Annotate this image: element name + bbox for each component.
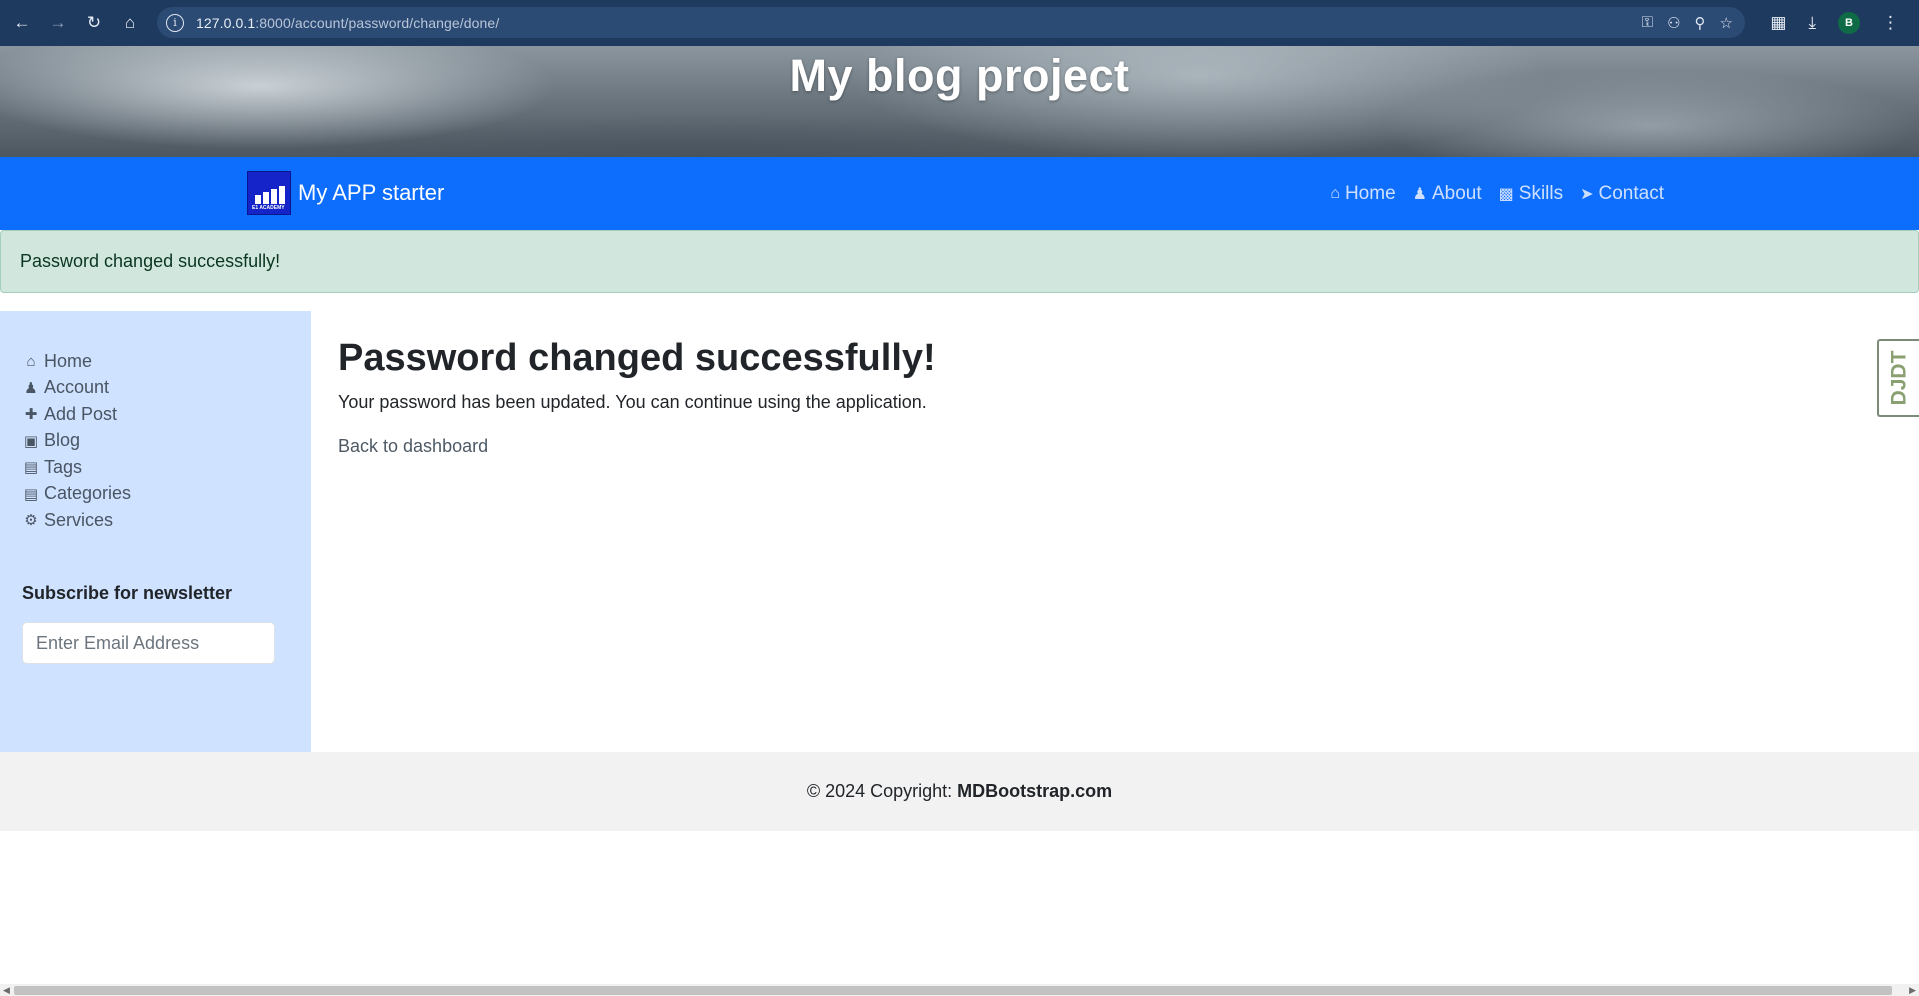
plus-icon: ✚ [24,406,38,424]
newsletter-email-input[interactable] [22,622,275,664]
home-icon: ⌂ [1330,184,1340,202]
book-icon: ▩ [1498,185,1514,203]
site-title: My blog project [789,50,1130,101]
alert-message: Password changed successfully! [20,251,281,271]
brand-logo: E1 ACADEMY [247,171,291,215]
gears-icon: ⚙ [24,512,38,530]
nav-link-label: Home [1344,182,1396,204]
scroll-right-arrow-icon[interactable]: ▶ [1909,984,1916,996]
home-icon: ⌂ [26,352,36,370]
reload-icon[interactable]: ↻ [80,9,108,37]
brand-name: My APP starter [298,180,445,205]
sidebar-item-label: Services [44,509,114,530]
copyright-text: © 2024 Copyright: [806,781,953,801]
download-icon[interactable]: ⤓ [1808,13,1816,33]
sidebar-item-label: Add Post [44,403,118,424]
address-bar[interactable]: i 127.0.0.1:8000/account/password/change… [157,7,1745,38]
nav-links: ⌂ Home ♟ About ▩ Skills ➤ Contact [1330,157,1664,230]
logo-text: E1 ACADEMY [252,205,285,211]
sidebar-item-label: Account [44,377,110,398]
url-path: :8000/account/password/change/done/ [255,14,500,31]
browser-toolbar: ← → ↻ ⌂ i 127.0.0.1:8000/account/passwor… [0,0,1919,46]
zoom-icon[interactable]: ⚲ [1695,14,1706,32]
bookmark-star-icon[interactable]: ☆ [1720,14,1733,32]
key-icon[interactable]: ⚿ [1642,14,1653,31]
header-banner: My blog project [0,46,1919,157]
sidebar-item-blog[interactable]: ▣ Blog [22,428,131,455]
back-arrow-icon[interactable]: ← [8,9,36,37]
sidebar: ⌂ Home ♟ Account ✚ Add Post ▣ Blog ▤ Tags ▤ Ca… [0,311,311,752]
site-info-icon[interactable]: i [166,13,184,32]
newsletter-title: Subscribe for newsletter [22,583,233,603]
nav-link-label: About [1431,182,1482,204]
sidebar-item-home[interactable]: ⌂ Home [22,348,131,375]
back-to-dashboard-link[interactable]: Back to dashboard [338,436,488,457]
django-debug-toolbar-handle[interactable]: DJDT [1877,339,1919,417]
copyright-site-link[interactable]: MDBootstrap.com [957,781,1112,802]
profile-avatar[interactable]: B [1838,12,1860,34]
menu-kebab-icon[interactable]: ⋮ [1882,13,1899,33]
briefcase-icon: ▤ [23,459,39,477]
nav-link-about[interactable]: ♟ About [1413,183,1482,205]
success-alert: Password changed successfully! [0,230,1919,293]
horizontal-scrollbar[interactable]: ◀ ▶ [0,984,1919,996]
nav-link-label: Contact [1598,182,1664,204]
sidebar-item-account[interactable]: ♟ Account [22,375,131,402]
sticky-note-icon: ▣ [23,432,39,450]
scrollbar-thumb[interactable] [14,986,1892,995]
paper-plane-icon: ➤ [1580,185,1594,203]
confirmation-text: Your password has been updated. You can … [338,392,927,412]
forward-arrow-icon[interactable]: → [44,9,72,37]
home-icon[interactable]: ⌂ [116,9,144,37]
djdt-label: DJDT [1887,350,1910,406]
user-icon: ♟ [24,379,38,397]
footer: © 2024 Copyright: MDBootstrap.com [0,752,1919,831]
translate-icon[interactable]: ⚇ [1667,14,1680,32]
sidebar-item-label: Tags [44,456,83,477]
brand-link[interactable]: E1 ACADEMY My APP starter [247,171,444,215]
extensions-icon[interactable]: ▦ [1770,13,1786,33]
sidebar-item-tags[interactable]: ▤ Tags [22,454,131,481]
sidebar-item-services[interactable]: ⚙ Services [22,507,131,534]
sidebar-item-label: Home [44,350,93,371]
sidebar-item-add-post[interactable]: ✚ Add Post [22,401,131,428]
sidebar-item-label: Blog [44,430,81,451]
user-icon: ♟ [1412,185,1427,203]
nav-link-contact[interactable]: ➤ Contact [1580,183,1664,205]
nav-link-skills[interactable]: ▩ Skills [1499,183,1563,205]
nav-link-label: Skills [1518,182,1564,204]
main-content: Password changed successfully! Your pass… [311,311,1919,752]
page-title: Password changed successfully! [338,337,936,379]
sidebar-item-label: Categories [44,483,132,504]
sidebar-menu: ⌂ Home ♟ Account ✚ Add Post ▣ Blog ▤ Tags ▤ Ca… [22,348,131,534]
url-text[interactable]: 127.0.0.1:8000/account/password/change/d… [196,15,499,31]
nav-link-home[interactable]: ⌂ Home [1330,183,1395,205]
navbar: E1 ACADEMY My APP starter ⌂ Home ♟ About ▩… [0,157,1919,230]
scroll-left-arrow-icon[interactable]: ◀ [3,984,10,996]
sidebar-item-categories[interactable]: ▤ Categories [22,481,131,508]
briefcase-icon: ▤ [23,485,39,503]
url-host: 127.0.0.1 [196,14,256,31]
